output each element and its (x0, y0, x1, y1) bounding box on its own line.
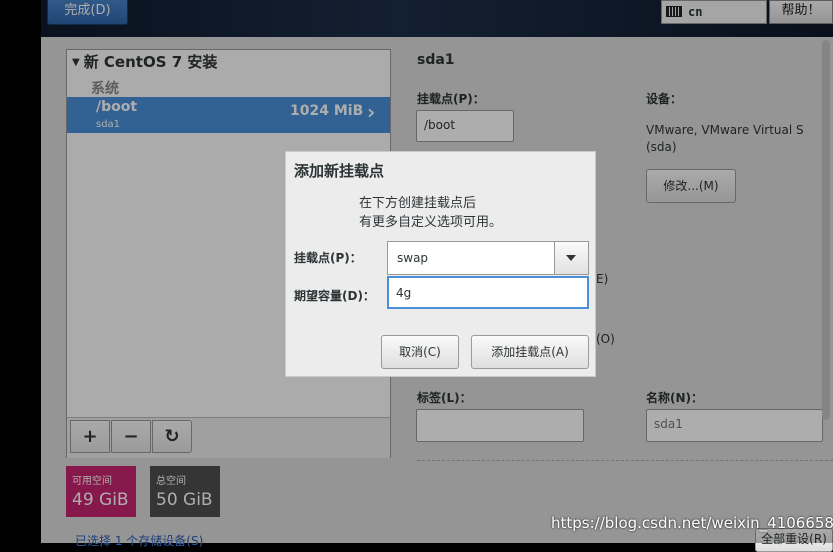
mountpoint-combobox-value: swap (397, 251, 429, 265)
mountpoint-field[interactable]: /boot (416, 110, 514, 142)
install-title: 新 CentOS 7 安装 (83, 53, 218, 71)
mountpoint-combobox[interactable]: swap (387, 241, 589, 275)
refresh-button[interactable]: ↻ (152, 420, 192, 453)
partition-size: 1024 MiB (290, 103, 364, 119)
partition-row-boot[interactable]: /boot sda1 1024 MiB › (67, 97, 390, 133)
expander-triangle-icon: ▼ (72, 57, 80, 68)
available-space-label: 可用空间 (72, 476, 112, 487)
refresh-icon: ↻ (164, 426, 180, 447)
section-divider (417, 460, 833, 461)
total-space-box: 总空间 50 GiB (150, 466, 220, 517)
keyboard-icon (666, 6, 682, 17)
available-space-box: 可用空间 49 GiB (66, 466, 136, 517)
selected-devices-link[interactable]: 已选择 1 个存储设备(S) (75, 532, 203, 549)
tag-label: 标签(L)： (417, 391, 472, 405)
add-mountpoint-button[interactable]: + (70, 420, 110, 453)
partial-option-text-e: E) (596, 272, 609, 286)
available-space-value: 49 GiB (72, 490, 129, 510)
desired-capacity-input[interactable] (387, 276, 589, 309)
device-label: 设备： (646, 92, 683, 106)
cancel-button[interactable]: 取消(C) (381, 335, 459, 369)
install-tree-header[interactable]: ▼ 新 CentOS 7 安装 (72, 51, 217, 72)
device-value-line1: VMware, VMware Virtual S (646, 123, 804, 137)
help-button[interactable]: 帮助！ (769, 0, 833, 24)
minus-icon: − (123, 426, 139, 447)
chevron-right-icon: › (367, 100, 376, 124)
partition-detail-title: sda1 (417, 52, 455, 68)
total-space-value: 50 GiB (156, 490, 213, 510)
details-scrollbar[interactable] (822, 40, 830, 420)
device-value-line2: (sda) (646, 140, 677, 154)
remove-mountpoint-button[interactable]: − (111, 420, 151, 453)
dialog-title: 添加新挂载点 (294, 162, 385, 180)
dialog-mountpoint-label: 挂载点(P)： (294, 251, 362, 265)
total-space-label: 总空间 (156, 476, 186, 487)
dialog-description-line2: 有更多自定义选项可用。 (359, 215, 503, 230)
name-label: 名称(N)： (646, 391, 704, 405)
dropdown-arrow-icon (566, 255, 576, 261)
add-mountpoint-dialog: 添加新挂载点 在下方创建挂载点后 有更多自定义选项可用。 挂载点(P)： swa… (285, 151, 596, 377)
dialog-description-line1: 在下方创建挂载点后 (359, 196, 477, 211)
combobox-dropdown-button[interactable] (554, 242, 588, 274)
section-system-label: 系统 (91, 81, 119, 97)
done-button[interactable]: 完成(D) (47, 0, 128, 25)
keyboard-layout-indicator[interactable]: cn (661, 0, 767, 24)
partition-mount: /boot (96, 99, 138, 115)
tag-field[interactable] (416, 409, 584, 442)
mountpoint-label: 挂载点(P)： (417, 92, 485, 106)
plus-icon: + (82, 426, 98, 447)
name-field[interactable]: sda1 (646, 409, 823, 442)
modify-device-button[interactable]: 修改...(M) (646, 169, 736, 203)
add-mountpoint-confirm-button[interactable]: 添加挂载点(A) (471, 335, 589, 369)
watermark-text: https://blog.csdn.net/weixin_41066584 (551, 514, 833, 532)
partition-device: sda1 (96, 119, 121, 130)
keyboard-layout-label: cn (688, 5, 703, 19)
partial-option-text-o: (O) (596, 332, 615, 346)
dialog-capacity-label: 期望容量(D)： (294, 289, 375, 303)
